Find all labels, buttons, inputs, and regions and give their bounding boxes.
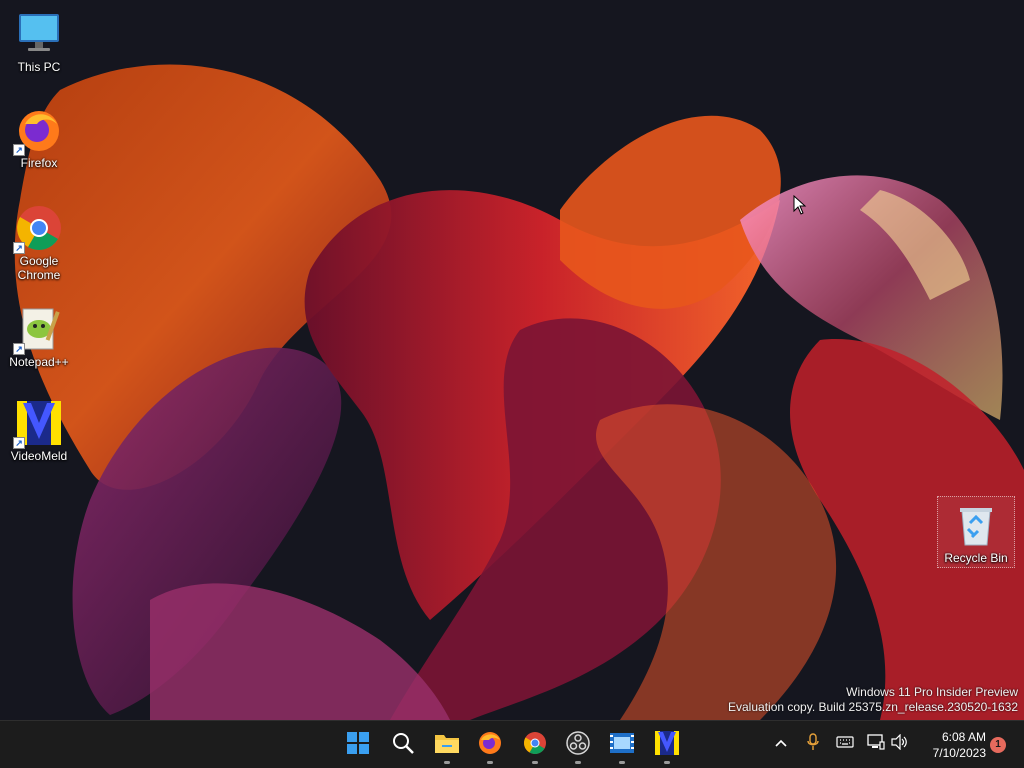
desktop-icon-label: VideoMeld bbox=[10, 449, 68, 463]
running-indicator bbox=[619, 761, 625, 764]
volume-button[interactable] bbox=[889, 733, 911, 755]
clock-time: 6:08 AM bbox=[941, 730, 986, 744]
shortcut-arrow-icon: ↗ bbox=[13, 242, 25, 254]
network-button[interactable] bbox=[865, 733, 887, 755]
taskbar: 6:08 AM 7/10/2023 1 bbox=[0, 720, 1024, 768]
network-icon bbox=[867, 733, 885, 755]
running-indicator bbox=[664, 761, 670, 764]
desktop-icon-firefox[interactable]: ↗ Firefox bbox=[1, 106, 77, 170]
film-icon bbox=[609, 732, 635, 759]
running-indicator bbox=[487, 761, 493, 764]
desktop-icon-notepadpp[interactable]: ↗ Notepad++ bbox=[1, 305, 77, 369]
keyboard-icon bbox=[836, 735, 854, 753]
taskbar-file-explorer[interactable] bbox=[427, 725, 467, 765]
watermark-line-2: Evaluation copy. Build 25375.zn_release.… bbox=[728, 700, 1018, 714]
clock-date: 7/10/2023 bbox=[932, 746, 986, 760]
desktop-icon-label: Firefox bbox=[20, 156, 58, 170]
running-indicator bbox=[532, 761, 538, 764]
notification-badge[interactable]: 1 bbox=[990, 737, 1006, 753]
notepadpp-icon: ↗ bbox=[13, 305, 63, 355]
desktop-icon-label: Notepad++ bbox=[9, 355, 69, 369]
desktop-icon-this-pc[interactable]: This PC bbox=[1, 10, 77, 74]
chrome-icon: ↗ bbox=[13, 204, 63, 254]
microphone-icon bbox=[806, 732, 820, 756]
recycle-bin-icon bbox=[952, 501, 1000, 549]
show-hidden-icons-button[interactable] bbox=[770, 733, 792, 755]
volume-icon bbox=[891, 733, 909, 755]
computer-icon bbox=[15, 10, 63, 58]
desktop-icon-label: This PC bbox=[17, 60, 61, 74]
desktop-wallpaper bbox=[0, 0, 1024, 720]
taskbar-chrome[interactable] bbox=[515, 725, 555, 765]
evaluation-watermark: Windows 11 Pro Insider Preview Evaluatio… bbox=[728, 685, 1018, 715]
running-indicator bbox=[444, 761, 450, 764]
start-icon bbox=[346, 731, 370, 760]
obs-icon bbox=[566, 730, 590, 760]
desktop-icon-label: Google Chrome bbox=[17, 254, 61, 282]
search-button[interactable] bbox=[383, 725, 423, 765]
shortcut-arrow-icon: ↗ bbox=[13, 343, 25, 355]
file-explorer-icon bbox=[434, 732, 460, 759]
firefox-icon: ↗ bbox=[13, 106, 63, 156]
taskbar-obs[interactable] bbox=[558, 725, 598, 765]
shortcut-arrow-icon: ↗ bbox=[13, 437, 25, 449]
search-icon bbox=[391, 731, 415, 760]
microphone-button[interactable] bbox=[802, 732, 824, 756]
mouse-cursor-icon bbox=[793, 194, 807, 220]
start-button[interactable] bbox=[338, 725, 378, 765]
desktop-icon-recycle-bin[interactable]: Recycle Bin bbox=[937, 496, 1015, 568]
keyboard-button[interactable] bbox=[834, 733, 856, 755]
watermark-line-1: Windows 11 Pro Insider Preview bbox=[846, 685, 1018, 699]
desktop-icon-label: Recycle Bin bbox=[944, 551, 1008, 565]
desktop-icon-videomeld[interactable]: ↗ VideoMeld bbox=[1, 399, 77, 463]
shortcut-arrow-icon: ↗ bbox=[13, 144, 25, 156]
videomeld-icon bbox=[654, 730, 680, 761]
taskbar-videomeld[interactable] bbox=[647, 725, 687, 765]
firefox-icon bbox=[478, 731, 502, 760]
taskbar-film-app[interactable] bbox=[602, 725, 642, 765]
clock[interactable]: 6:08 AM 7/10/2023 bbox=[933, 729, 986, 761]
running-indicator bbox=[575, 761, 581, 764]
videomeld-icon: ↗ bbox=[13, 399, 63, 449]
desktop-icon-google-chrome[interactable]: ↗ Google Chrome bbox=[1, 204, 77, 282]
taskbar-firefox[interactable] bbox=[470, 725, 510, 765]
chrome-icon bbox=[523, 731, 547, 760]
chevron-up-icon bbox=[774, 735, 788, 753]
